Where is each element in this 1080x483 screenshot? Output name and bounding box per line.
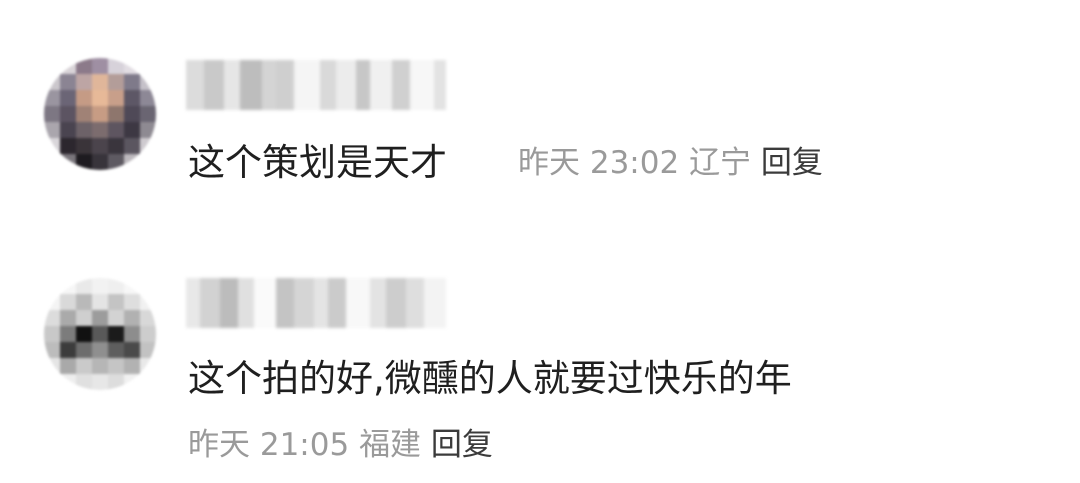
- comment-time-2: 21:05: [259, 427, 350, 463]
- comment-item-2: 这个拍的好,微醺的人就要过快乐的年 昨天 21:05 福建 回复: [0, 0, 1080, 483]
- user-avatar-2[interactable]: [44, 278, 156, 390]
- username-redacted-2[interactable]: [186, 278, 446, 328]
- comment-location-2: 福建: [359, 427, 422, 463]
- comment-date-2: 昨天: [188, 427, 250, 463]
- reply-button-2[interactable]: 回复: [431, 427, 493, 463]
- comment-meta-2: 昨天 21:05 福建 回复: [188, 430, 493, 461]
- comment-text-2: 这个拍的好,微醺的人就要过快乐的年: [188, 357, 792, 400]
